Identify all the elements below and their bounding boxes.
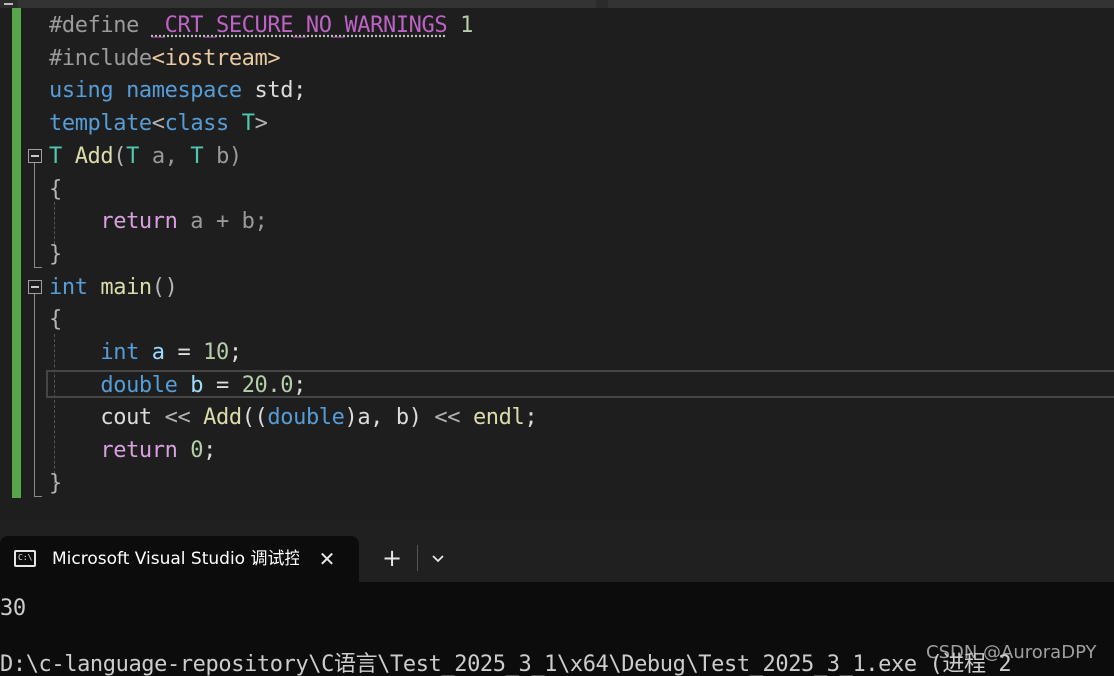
code-token: <<: [164, 405, 204, 431]
watermark: CSDN @AuroraDPY: [926, 642, 1097, 663]
code-token: int: [49, 274, 101, 300]
code-token: }: [49, 470, 62, 496]
code-token: )a, b): [344, 405, 435, 431]
code-token: 20.0: [241, 372, 294, 398]
code-line[interactable]: template<class T>: [49, 108, 268, 140]
code-line[interactable]: #include<iostream>: [49, 43, 281, 75]
code-line[interactable]: int main(): [49, 272, 178, 304]
minimize-icon[interactable]: [4, 3, 13, 5]
code-token: Add: [203, 405, 242, 431]
tab-divider: [417, 545, 418, 571]
code-token: {: [49, 307, 62, 333]
code-token: ;: [203, 438, 217, 464]
code-line[interactable]: }: [49, 468, 62, 500]
code-token: ;: [524, 405, 538, 431]
code-token: <<: [434, 405, 473, 431]
code-token: std;: [254, 78, 307, 104]
process-exit-line: D:\c-language-repository\C语言\Test_2025_3…: [0, 652, 1012, 676]
code-line[interactable]: cout << Add((double)a, b) << endl;: [49, 402, 537, 434]
change-indicator-bar: [12, 8, 21, 498]
code-token: =: [203, 372, 242, 398]
collapse-main-icon[interactable]: [28, 280, 42, 294]
code-token: =: [164, 340, 204, 365]
code-token: >: [254, 111, 268, 137]
tab-strip: [0, 0, 1114, 8]
fold-guide-end: [34, 496, 42, 497]
code-token: namespace: [126, 78, 255, 104]
code-line[interactable]: return 0;: [49, 435, 216, 467]
code-token: {: [49, 176, 62, 202]
code-token: _CRT_SECURE_NO_WARNINGS: [151, 13, 448, 38]
code-token: (): [151, 274, 178, 300]
code-token: endl: [472, 405, 525, 431]
new-tab-button[interactable]: +: [378, 544, 406, 572]
code-token: b: [190, 372, 204, 398]
code-token: T: [190, 143, 217, 169]
program-output: 30: [0, 596, 26, 621]
code-token: double: [267, 405, 345, 431]
editor-tab[interactable]: [18, 0, 596, 8]
fold-guide: [34, 294, 35, 497]
code-token: Add: [74, 143, 114, 169]
terminal-tab[interactable]: C:\ Microsoft Visual Studio 调试控制台 ✕: [0, 536, 359, 582]
console-icon: C:\: [14, 550, 36, 567]
code-token: using: [49, 78, 127, 104]
code-token: int: [49, 340, 152, 365]
collapse-add-icon[interactable]: [28, 149, 42, 163]
terminal-tab-label: Microsoft Visual Studio 调试控制台: [52, 549, 299, 569]
fold-guide: [34, 163, 35, 268]
code-token: T: [49, 143, 75, 169]
code-token: 1: [460, 13, 473, 38]
code-token: ((: [241, 405, 268, 431]
code-token: main: [100, 274, 152, 300]
code-line[interactable]: return a + b;: [49, 206, 267, 238]
code-token: }: [49, 241, 62, 267]
code-line[interactable]: {: [49, 304, 62, 336]
fold-guide-end: [34, 267, 42, 268]
terminal-tab-bar: C:\ Microsoft Visual Studio 调试控制台 ✕ +: [0, 520, 1114, 582]
code-line[interactable]: }: [49, 239, 62, 271]
editor-tab[interactable]: [608, 0, 1114, 8]
code-line[interactable]: double b = 20.0;: [49, 370, 306, 402]
code-token: a + b;: [190, 209, 268, 235]
code-editor[interactable]: #define _CRT_SECURE_NO_WARNINGS 1 #includ…: [0, 8, 1114, 520]
code-token: return: [49, 438, 191, 464]
code-line[interactable]: T Add(T a, T b): [49, 141, 242, 173]
code-token: ;: [228, 340, 242, 365]
code-line[interactable]: using namespace std;: [49, 75, 306, 107]
code-token: template: [49, 111, 152, 137]
code-token: a,: [151, 143, 191, 169]
code-line[interactable]: int a = 10;: [49, 337, 242, 369]
code-token: cout: [49, 405, 165, 431]
code-token: #include: [49, 45, 152, 71]
code-token: double: [49, 372, 191, 398]
code-token: return: [49, 209, 191, 235]
code-token: class: [164, 111, 242, 137]
code-token: #define: [49, 13, 152, 38]
code-line[interactable]: #define _CRT_SECURE_NO_WARNINGS 1: [49, 10, 473, 42]
code-token: 10: [203, 340, 229, 365]
code-token: T: [241, 111, 255, 137]
code-token: <iostream>: [151, 45, 281, 71]
code-token: 0: [190, 438, 204, 464]
code-token: a: [151, 340, 165, 365]
code-line[interactable]: {: [49, 174, 62, 206]
code-token: b): [216, 143, 242, 169]
chevron-down-icon[interactable]: [426, 546, 450, 570]
code-token: ;: [293, 372, 306, 398]
screen: #define _CRT_SECURE_NO_WARNINGS 1 #includ…: [0, 0, 1114, 676]
code-token: T: [126, 143, 152, 169]
code-token: <: [151, 111, 165, 137]
code-token: (: [113, 143, 127, 169]
close-icon[interactable]: ✕: [314, 546, 340, 572]
